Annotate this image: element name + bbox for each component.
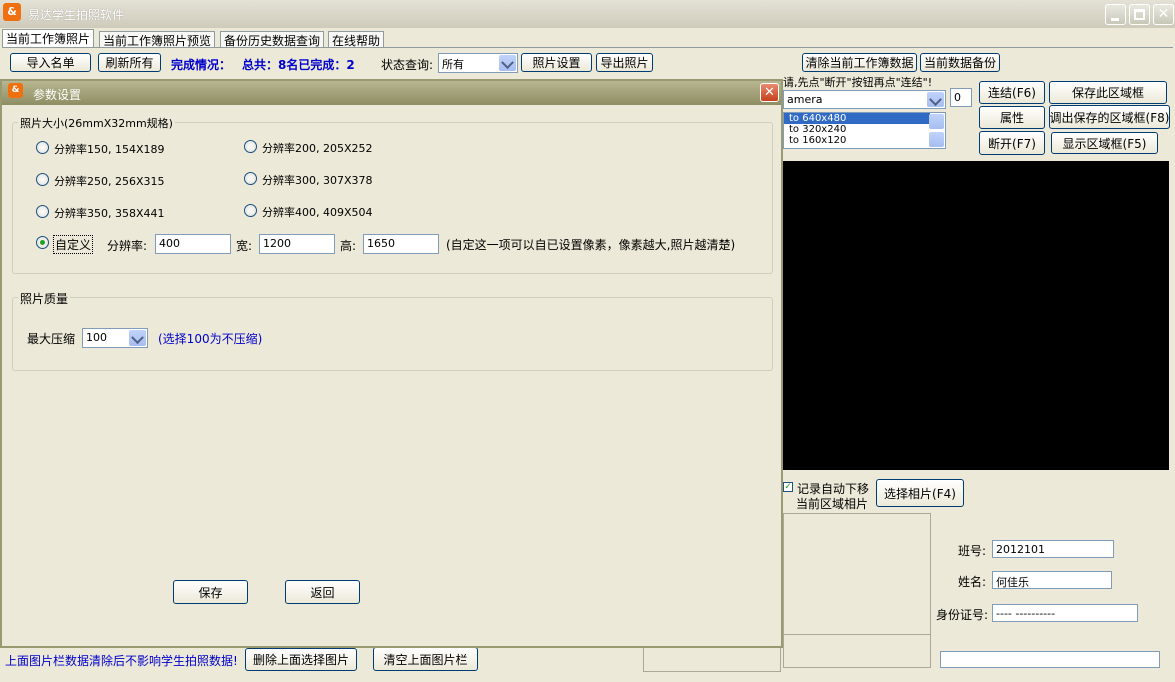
chevron-down-icon[interactable]: [927, 92, 944, 107]
load-region-button[interactable]: 调出保存的区域框(F8): [1049, 105, 1170, 129]
option-250-label[interactable]: 分辨率250, 256X315: [54, 173, 165, 189]
app-logo-icon: &: [3, 3, 21, 21]
resolution-label: 分辨率:: [107, 239, 148, 253]
scroll-down-icon[interactable]: [929, 132, 944, 147]
compress-select[interactable]: 100: [82, 328, 148, 348]
compress-select-value: 100: [86, 331, 107, 344]
height-field[interactable]: 1650: [363, 234, 439, 254]
height-label: 高:: [340, 239, 357, 253]
tab-help[interactable]: 在线帮助: [328, 31, 385, 48]
width-label: 宽:: [236, 239, 253, 253]
tab-current-photos[interactable]: 当前工作簿照片: [2, 29, 95, 47]
list-item[interactable]: to 320x240: [784, 124, 945, 135]
dialog-titlebar: & 参数设置 ✕: [2, 81, 781, 105]
completion-value: 总共：8名已完成：2: [242, 58, 355, 72]
resolution-list[interactable]: to 640x480 to 320x240 to 160x120: [783, 112, 946, 149]
option-200-label[interactable]: 分辨率200, 205X252: [262, 140, 373, 156]
window-title: 易达学生拍照软件: [28, 8, 125, 22]
disconnect-button[interactable]: 断开(F7): [979, 131, 1045, 155]
option-400-radio[interactable]: [244, 204, 257, 217]
save-region-button[interactable]: 保存此区域框: [1049, 81, 1167, 104]
save-button[interactable]: 保存: [173, 580, 248, 604]
minimize-button[interactable]: [1105, 4, 1126, 25]
auto-move-checkbox[interactable]: ✓: [783, 482, 793, 492]
compress-label: 最大压缩: [27, 332, 76, 346]
tab-preview[interactable]: 当前工作簿照片预览: [99, 31, 216, 48]
current-photo-label: 当前区域相片: [796, 497, 869, 511]
option-350-label[interactable]: 分辨率350, 358X441: [54, 205, 165, 221]
id-label: 身份证号:: [936, 608, 989, 622]
class-label: 班号:: [958, 544, 987, 558]
option-400-label[interactable]: 分辨率400, 409X504: [262, 204, 373, 220]
custom-radio[interactable]: [36, 236, 49, 249]
tab-panel-border: [2, 47, 1173, 48]
clear-photo-bar-button[interactable]: 清空上面图片栏: [373, 647, 478, 671]
dialog-title: 参数设置: [33, 88, 82, 102]
option-250-radio[interactable]: [36, 173, 49, 186]
tab-history[interactable]: 备份历史数据查询: [220, 31, 325, 48]
photo-thumbnail: [783, 513, 931, 668]
delete-selected-button[interactable]: 删除上面选择图片: [245, 648, 357, 671]
chevron-down-icon[interactable]: [129, 330, 146, 346]
connect-button[interactable]: 连结(F6): [979, 81, 1045, 104]
completion-label: 完成情况：: [171, 58, 232, 72]
option-150-radio[interactable]: [36, 141, 49, 154]
quality-group-title: 照片质量: [18, 290, 71, 307]
status-query-label: 状态查询:: [381, 58, 434, 72]
dialog-close-icon[interactable]: ✕: [760, 83, 779, 102]
photo-settings-button[interactable]: 照片设置: [521, 53, 592, 72]
bottom-right-field[interactable]: [940, 651, 1160, 668]
camera-device-select[interactable]: amera: [783, 90, 946, 109]
id-field[interactable]: ---- ----------: [992, 604, 1138, 622]
camera-preview[interactable]: [783, 161, 1169, 470]
properties-button[interactable]: 属性: [979, 106, 1045, 129]
camera-index-field[interactable]: 0: [950, 88, 972, 107]
export-photos-button[interactable]: 导出照片: [596, 53, 653, 72]
width-field[interactable]: 1200: [259, 234, 335, 254]
list-item[interactable]: to 640x480: [784, 113, 930, 124]
settings-dialog: & 参数设置 ✕ 照片大小(26mmX32mm规格) 分辨率150, 154X1…: [0, 79, 783, 648]
select-photo-button[interactable]: 选择相片(F4): [876, 479, 964, 507]
bottom-notice: 上面图片栏数据清除后不影响学生拍照数据!: [5, 654, 238, 668]
status-select[interactable]: 所有: [438, 53, 518, 73]
backup-button[interactable]: 当前数据备份: [920, 53, 1000, 72]
scroll-up-icon[interactable]: [929, 114, 944, 129]
option-150-label[interactable]: 分辨率150, 154X189: [54, 141, 165, 157]
list-item[interactable]: to 160x120: [784, 135, 945, 146]
resolution-field[interactable]: 400: [155, 234, 231, 254]
bottom-divider: [643, 647, 781, 672]
show-region-button[interactable]: 显示区域框(F5): [1051, 132, 1158, 154]
main-titlebar: & 易达学生拍照软件 ✕: [0, 0, 1175, 28]
custom-label[interactable]: 自定义: [53, 235, 94, 254]
dialog-logo-icon: &: [8, 83, 23, 98]
close-button[interactable]: ✕: [1153, 4, 1174, 25]
maximize-button[interactable]: [1129, 4, 1150, 25]
clear-workbook-button[interactable]: 清除当前工作簿数据: [802, 53, 917, 72]
custom-hint: (自定这一项可以自已设置像素，像素越大,照片越清楚): [446, 238, 736, 252]
camera-device-value: amera: [787, 93, 823, 106]
back-button[interactable]: 返回: [285, 580, 360, 604]
chevron-down-icon[interactable]: [499, 55, 516, 71]
name-label: 姓名:: [958, 575, 987, 589]
class-field[interactable]: 2012101: [992, 540, 1114, 558]
option-350-radio[interactable]: [36, 205, 49, 218]
camera-hint: 请,先点"断开"按钮再点"连结"!: [783, 76, 933, 89]
refresh-all-button[interactable]: 刷新所有: [98, 53, 161, 72]
status-select-value: 所有: [442, 58, 464, 71]
compress-hint: (选择100为不压缩): [158, 332, 263, 346]
option-300-radio[interactable]: [244, 172, 257, 185]
name-field[interactable]: 何佳乐: [992, 571, 1112, 589]
option-200-radio[interactable]: [244, 140, 257, 153]
size-group-title: 照片大小(26mmX32mm规格): [18, 115, 175, 131]
import-list-button[interactable]: 导入名单: [10, 53, 91, 72]
option-300-label[interactable]: 分辨率300, 307X378: [262, 172, 373, 188]
